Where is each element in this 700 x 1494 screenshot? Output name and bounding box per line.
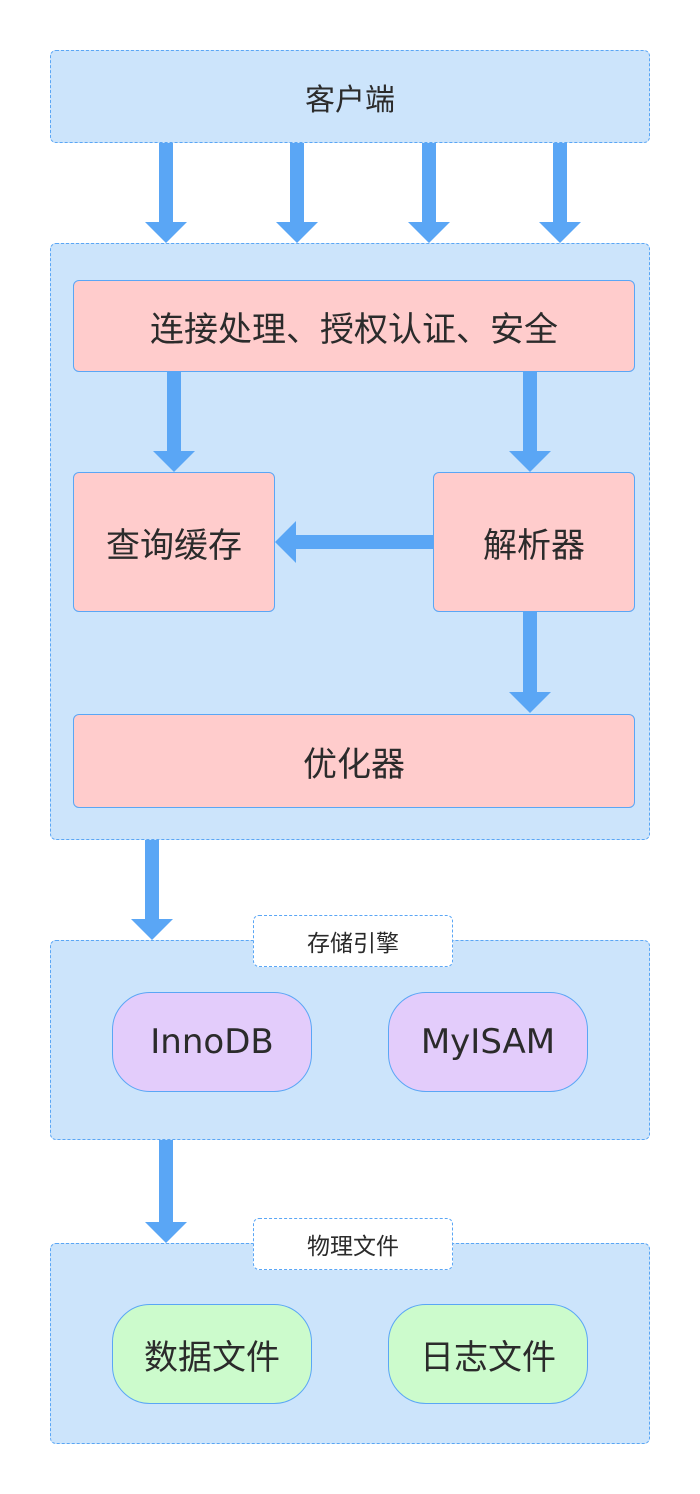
storage-engine-tag: 存储引擎 bbox=[253, 915, 453, 967]
log-file-node: 日志文件 bbox=[388, 1304, 588, 1404]
optimizer-label: 优化器 bbox=[303, 744, 405, 785]
connection-handling-label: 连接处理、授权认证、安全 bbox=[150, 309, 558, 350]
storage-engine-tag-label: 存储引擎 bbox=[307, 931, 399, 957]
parser-label: 解析器 bbox=[483, 525, 585, 566]
data-file-label: 数据文件 bbox=[144, 1337, 280, 1378]
physical-files-tag: 物理文件 bbox=[253, 1218, 453, 1270]
log-file-label: 日志文件 bbox=[420, 1337, 556, 1378]
myisam-label: MyISAM bbox=[420, 1022, 556, 1062]
data-file-node: 数据文件 bbox=[112, 1304, 312, 1404]
innodb-engine-node: InnoDB bbox=[112, 992, 312, 1092]
innodb-label: InnoDB bbox=[150, 1022, 274, 1062]
connection-handling-node: 连接处理、授权认证、安全 bbox=[73, 280, 635, 372]
client-layer: 客户端 bbox=[50, 50, 650, 143]
arrow-server-to-storage bbox=[131, 840, 173, 940]
query-cache-node: 查询缓存 bbox=[73, 472, 275, 612]
myisam-engine-node: MyISAM bbox=[388, 992, 588, 1092]
parser-node: 解析器 bbox=[433, 472, 635, 612]
physical-files-tag-label: 物理文件 bbox=[307, 1234, 399, 1260]
optimizer-node: 优化器 bbox=[73, 714, 635, 808]
arrow-client-to-server-2 bbox=[276, 143, 318, 243]
arrow-client-to-server-3 bbox=[408, 143, 450, 243]
arrow-client-to-server-4 bbox=[539, 143, 581, 243]
arrow-storage-to-files bbox=[145, 1140, 187, 1243]
query-cache-label: 查询缓存 bbox=[106, 525, 242, 566]
arrow-client-to-server-1 bbox=[145, 143, 187, 243]
client-label: 客户端 bbox=[305, 82, 395, 118]
